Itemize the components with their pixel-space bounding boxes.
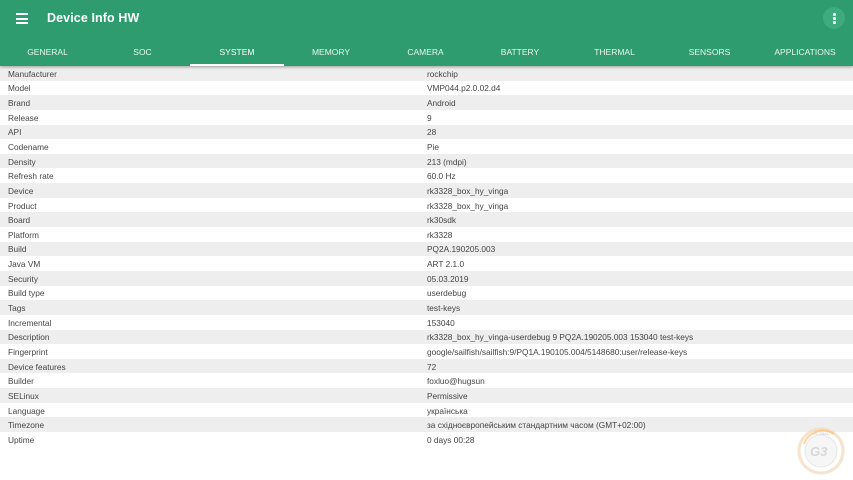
info-value: rk3328_box_hy_vinga-userdebug 9 PQ2A.190…: [427, 332, 694, 343]
tab-memory[interactable]: MEMORY: [284, 38, 378, 66]
info-value: українська: [427, 405, 468, 416]
info-key: API: [8, 127, 22, 138]
tab-sensors[interactable]: SENSORS: [662, 38, 757, 66]
info-row: Builder foxluo@hugsun: [0, 373, 853, 388]
info-row: Product rk3328_box_hy_vinga: [0, 198, 853, 213]
info-key: Refresh rate: [8, 171, 54, 182]
info-key: Model: [8, 83, 31, 94]
info-key: Fingerprint: [8, 346, 48, 357]
info-row: Refresh rate 60.0 Hz: [0, 168, 853, 183]
info-value: 153040: [427, 317, 455, 328]
info-key: Product: [8, 200, 37, 211]
tab-applications[interactable]: APPLICATIONS: [757, 38, 853, 66]
info-value: VMP044.p2.0.02.d4: [427, 83, 501, 94]
info-row: Security 05.03.2019: [0, 270, 853, 286]
tab-general[interactable]: GENERAL: [0, 38, 95, 66]
info-key: Java VM: [8, 259, 41, 270]
info-value: rockchip: [427, 68, 458, 79]
info-key: Builder: [8, 376, 34, 387]
info-key: Device: [8, 185, 34, 196]
info-key: Language: [8, 405, 45, 416]
info-value: rk3328: [427, 229, 453, 240]
info-row: Language українська: [0, 403, 853, 418]
app-bar: Device Info HW GENERAL SOC SYSTEM MEMORY CAM…: [0, 0, 853, 66]
info-key: Device features: [8, 361, 66, 372]
info-key: SELinux: [8, 390, 39, 401]
watermark-logo: G3 GLOBAL: [797, 427, 845, 475]
info-key: Security: [8, 273, 38, 284]
info-value: google/sailfish/sailfish:9/PQ1A.190105.0…: [427, 346, 688, 357]
info-row: Java VM ART 2.1.0: [0, 256, 853, 271]
tab-thermal[interactable]: THERMAL: [567, 38, 662, 66]
info-key: Tags: [8, 303, 26, 314]
info-key: Brand: [8, 98, 31, 109]
info-value: rk3328_box_hy_vinga: [427, 200, 509, 211]
info-value: rk3328_box_hy_vinga: [427, 185, 509, 196]
info-key: Board: [8, 215, 31, 226]
info-value: userdebug: [427, 288, 467, 299]
info-value: 72: [427, 361, 437, 372]
info-row: Timezone за східноєвропейським стандартни…: [0, 417, 853, 433]
info-key: Incremental: [8, 317, 52, 328]
info-row: Manufacturer rockchip: [0, 66, 853, 81]
system-info-list: Manufacturer rockchip Model VMP044.p2.0.02.…: [0, 66, 853, 447]
info-value: Android: [427, 98, 456, 109]
tab-camera[interactable]: CAMERA: [378, 38, 473, 66]
info-value: 05.03.2019: [427, 273, 469, 284]
toolbar: Device Info HW: [0, 0, 853, 38]
info-key: Release: [8, 112, 39, 123]
info-row: Tags test-keys: [0, 300, 853, 315]
info-row: Fingerprint google/sailfish/sailfish:9/PQ…: [0, 344, 853, 359]
info-row: Device rk3328_box_hy_vinga: [0, 183, 853, 198]
info-key: Platform: [8, 229, 39, 240]
info-value: Pie: [427, 142, 439, 152]
info-key: Description: [8, 332, 50, 343]
info-row: Density 213 (mdpi): [0, 153, 853, 169]
menu-icon[interactable]: [16, 13, 28, 24]
info-key: Build: [8, 244, 27, 255]
info-row: Build PQ2A.190205.003: [0, 241, 853, 257]
info-row: Device features 72: [0, 358, 853, 374]
info-key: Uptime: [8, 434, 35, 445]
svg-text:GLOBAL: GLOBAL: [813, 431, 830, 436]
info-row: SELinux Permissive: [0, 388, 853, 403]
info-value: 9: [427, 112, 432, 123]
info-row: Board rk30sdk: [0, 212, 853, 228]
info-value: 28: [427, 127, 437, 138]
info-value: PQ2A.190205.003: [427, 244, 496, 255]
info-value: rk30sdk: [427, 215, 457, 226]
tab-battery[interactable]: BATTERY: [473, 38, 567, 66]
info-value: 0 days 00:28: [427, 434, 475, 445]
info-value: 213 (mdpi): [427, 156, 467, 167]
tab-bar: GENERAL SOC SYSTEM MEMORY CAMERA BATTERY THERM…: [0, 38, 853, 66]
info-row: Release 9: [0, 110, 853, 125]
info-value: test-keys: [427, 303, 461, 314]
info-value: 60.0 Hz: [427, 171, 456, 182]
info-row: Model VMP044.p2.0.02.d4: [0, 81, 853, 96]
info-row: Codename Pie: [0, 139, 853, 154]
more-vert-icon[interactable]: [823, 7, 845, 29]
info-key: Build type: [8, 288, 45, 299]
svg-text:G3: G3: [810, 444, 828, 459]
info-row: Build type userdebug: [0, 286, 853, 301]
tab-soc[interactable]: SOC: [95, 38, 190, 66]
info-key: Manufacturer: [8, 68, 57, 79]
info-key: Codename: [8, 142, 49, 152]
app-title: Device Info HW: [47, 11, 140, 25]
info-row: Uptime 0 days 00:28: [0, 432, 853, 447]
info-key: Timezone: [8, 420, 45, 431]
info-value: foxluo@hugsun: [427, 376, 485, 387]
info-value: за східноєвропейським стандартним часом …: [427, 420, 646, 431]
info-row: Brand Android: [0, 95, 853, 110]
info-key: Density: [8, 156, 36, 167]
info-value: ART 2.1.0: [427, 259, 465, 270]
info-row: API 28: [0, 124, 853, 140]
info-value: Permissive: [427, 390, 468, 401]
info-row: Description rk3328_box_hy_vinga-userdebug…: [0, 329, 853, 345]
info-row: Platform rk3328: [0, 227, 853, 242]
info-row: Incremental 153040: [0, 315, 853, 330]
tab-system[interactable]: SYSTEM: [190, 38, 284, 66]
